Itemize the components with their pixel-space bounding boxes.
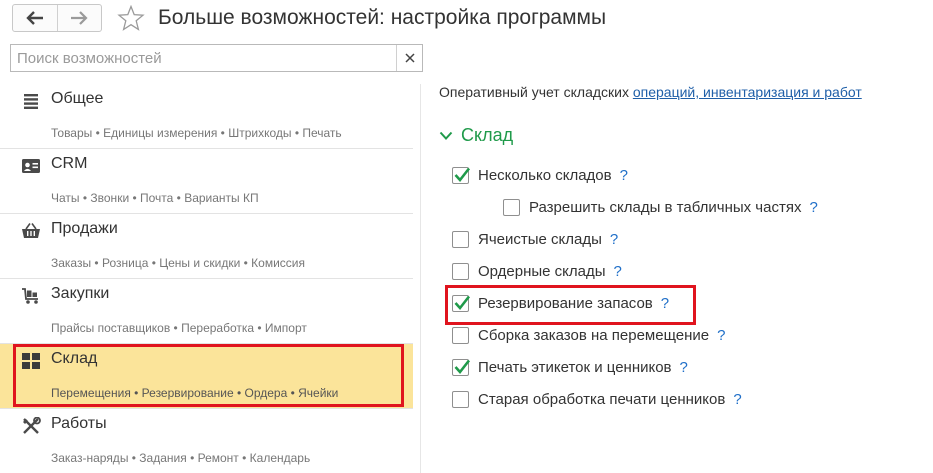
basket-icon	[22, 223, 40, 238]
help-button[interactable]: ?	[733, 391, 741, 408]
sidebar-item-warehouse[interactable]: Склад Перемещения • Резервирование • Орд…	[0, 344, 413, 409]
group-header-warehouse[interactable]: Склад	[439, 125, 513, 146]
sidebar-item-subtitle: Товары • Единицы измерения • Штрихкоды •…	[51, 126, 342, 140]
option-label[interactable]: Ячеистые склады	[478, 231, 602, 248]
sidebar-item-subtitle: Заказ-наряды • Задания • Ремонт • Календ…	[51, 451, 311, 465]
sidebar-item-crm[interactable]: CRM Чаты • Звонки • Почта • Варианты КП	[0, 149, 413, 214]
option-label[interactable]: Старая обработка печати ценников	[478, 391, 725, 408]
sidebar-item-title: Продажи	[51, 220, 118, 237]
option-label[interactable]: Сборка заказов на перемещение	[478, 327, 709, 344]
option-label[interactable]: Печать этикеток и ценников	[478, 359, 672, 376]
help-button[interactable]: ?	[620, 167, 628, 184]
sidebar: Общее Товары • Единицы измерения • Штрих…	[0, 84, 413, 473]
option-multiple-warehouses: Несколько складов ?	[452, 165, 628, 185]
option-allow-warehouses-in-table: Разрешить склады в табличных частях ?	[503, 197, 818, 217]
help-button[interactable]: ?	[717, 327, 725, 344]
help-button[interactable]: ?	[809, 199, 817, 216]
checkbox[interactable]	[452, 262, 469, 280]
option-label[interactable]: Разрешить склады в табличных частях	[529, 199, 801, 216]
sidebar-item-title: Работы	[51, 415, 107, 432]
group-title: Склад	[461, 125, 514, 145]
cart-icon	[22, 288, 38, 304]
sidebar-item-purchases[interactable]: Закупки Прайсы поставщиков • Переработка…	[0, 279, 413, 344]
sidebar-item-title: CRM	[51, 155, 88, 172]
sidebar-item-general[interactable]: Общее Товары • Единицы измерения • Штрих…	[0, 84, 413, 149]
checkbox[interactable]	[452, 294, 471, 312]
back-button[interactable]	[13, 5, 57, 31]
checkmark-icon	[454, 167, 471, 182]
checkbox[interactable]	[452, 390, 469, 408]
contact-card-icon	[22, 159, 40, 173]
forward-button[interactable]	[56, 5, 102, 31]
search-clear-button[interactable]	[396, 45, 422, 71]
sidebar-item-sales[interactable]: Продажи Заказы • Розница • Цены и скидки…	[0, 214, 413, 279]
option-order-warehouses: Ордерные склады ?	[452, 261, 622, 281]
tools-icon	[23, 417, 41, 434]
help-button[interactable]: ?	[661, 295, 669, 312]
list-icon	[24, 94, 38, 109]
checkbox[interactable]	[452, 358, 471, 376]
warehouse-grid-icon	[22, 353, 40, 369]
help-button[interactable]: ?	[680, 359, 688, 376]
option-transfer-order-assembly: Сборка заказов на перемещение ?	[452, 325, 725, 345]
option-print-labels-price-tags: Печать этикеток и ценников ?	[452, 357, 688, 377]
star-icon	[117, 4, 145, 31]
option-cell-warehouses: Ячеистые склады ?	[452, 229, 618, 249]
sidebar-item-title: Склад	[51, 350, 98, 367]
checkbox[interactable]	[503, 198, 520, 216]
sidebar-item-subtitle: Прайсы поставщиков • Переработка • Импор…	[51, 321, 307, 335]
checkbox[interactable]	[452, 166, 471, 184]
checkmark-icon	[454, 359, 471, 374]
section-description: Оперативный учет складских операций, инв…	[439, 84, 862, 100]
page-title: Больше возможностей: настройка программы	[158, 6, 607, 29]
close-icon	[404, 53, 415, 63]
help-button[interactable]: ?	[610, 231, 618, 248]
sidebar-item-works[interactable]: Работы Заказ-наряды • Задания • Ремонт •…	[0, 409, 413, 473]
sidebar-item-subtitle: Перемещения • Резервирование • Ордера • …	[51, 386, 339, 400]
option-stock-reservation: Резервирование запасов ?	[452, 293, 669, 313]
checkbox[interactable]	[452, 230, 469, 248]
arrow-right-icon	[71, 11, 88, 25]
checkmark-icon	[454, 295, 471, 310]
intro-link[interactable]: операций, инвентаризация и работ	[633, 84, 862, 100]
chevron-down-icon	[439, 131, 453, 140]
search-input[interactable]	[11, 45, 397, 71]
sidebar-item-subtitle: Заказы • Розница • Цены и скидки • Комис…	[51, 256, 306, 270]
option-label[interactable]: Резервирование запасов	[478, 295, 653, 312]
option-label[interactable]: Ордерные склады	[478, 263, 606, 280]
arrow-left-icon	[26, 11, 43, 25]
intro-text: Оперативный учет складских	[439, 84, 633, 100]
checkbox[interactable]	[452, 326, 469, 344]
panel-divider	[420, 84, 421, 473]
search-box	[10, 44, 423, 72]
help-button[interactable]: ?	[614, 263, 622, 280]
favorite-star-button[interactable]	[117, 4, 145, 31]
sidebar-item-title: Закупки	[51, 285, 110, 302]
option-legacy-price-tag-printing: Старая обработка печати ценников ?	[452, 389, 742, 409]
sidebar-item-subtitle: Чаты • Звонки • Почта • Варианты КП	[51, 191, 259, 205]
navigation-buttons	[12, 4, 102, 32]
option-label[interactable]: Несколько складов	[478, 167, 612, 184]
sidebar-item-title: Общее	[51, 90, 104, 107]
